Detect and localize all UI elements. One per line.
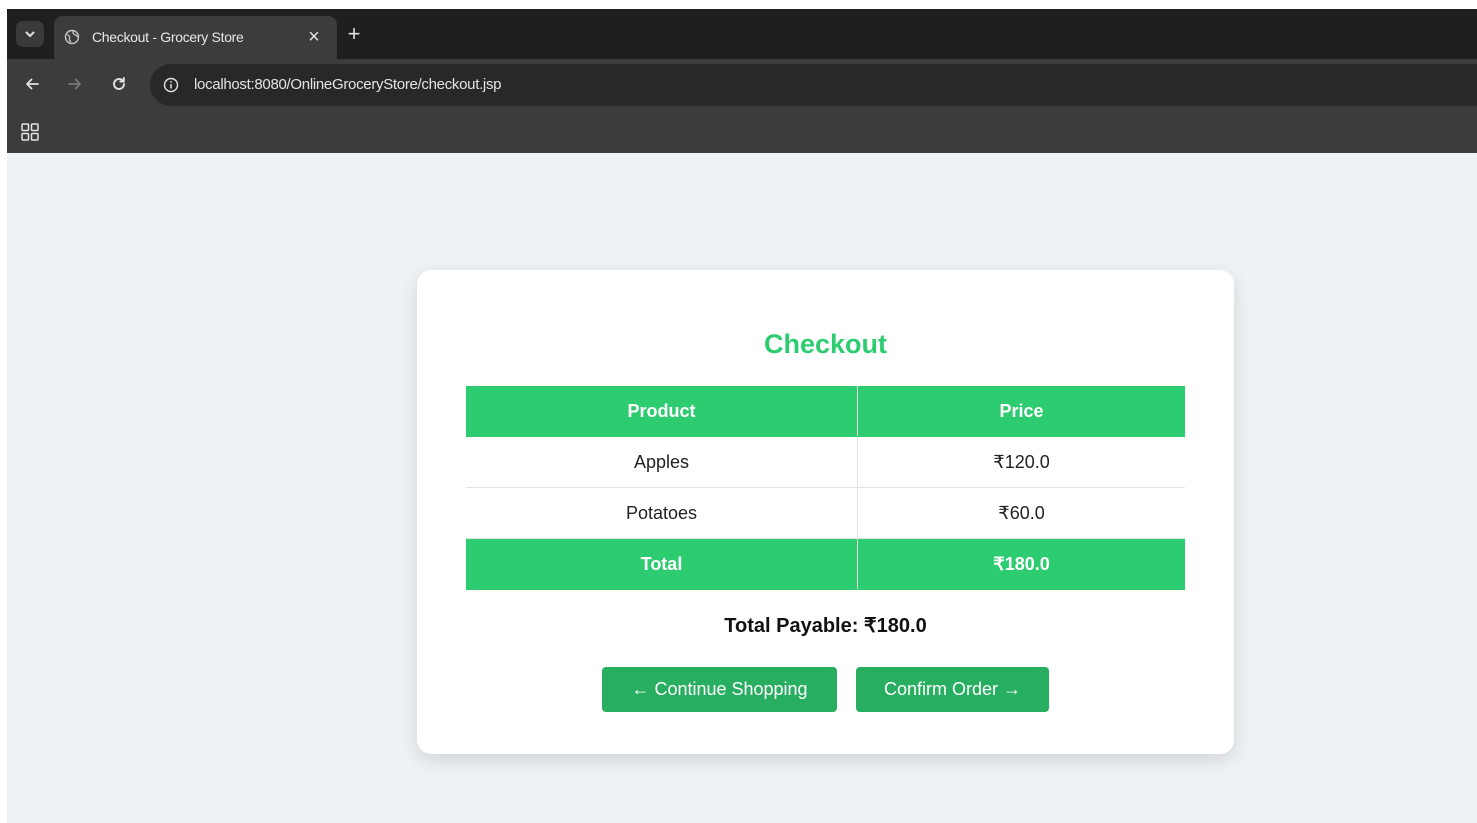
tab-close-button[interactable]: × <box>302 25 326 49</box>
address-bar-url: localhost:8080/OnlineGroceryStore/checko… <box>194 76 502 93</box>
reload-button[interactable] <box>106 71 132 97</box>
globe-icon <box>64 29 80 45</box>
confirm-order-button[interactable]: Confirm Order → <box>856 667 1049 712</box>
product-cell: Potatoes <box>466 487 858 539</box>
table-total-row: Total ₹180.0 <box>466 538 1185 590</box>
checkout-card: Checkout Product Price Apples ₹120.0 Pot… <box>417 270 1234 754</box>
page-title: Checkout <box>763 329 888 359</box>
chevron-down-icon <box>25 31 35 37</box>
arrow-left-icon <box>26 78 39 90</box>
price-cell: ₹120.0 <box>857 436 1185 488</box>
forward-button[interactable] <box>62 71 88 97</box>
column-header-product: Product <box>466 386 858 437</box>
table-row: Potatoes ₹60.0 <box>466 487 1185 539</box>
table-header-row: Product Price <box>466 386 1185 437</box>
tab-checkout[interactable]: Checkout - Grocery Store × <box>54 16 337 59</box>
tab-search-button[interactable] <box>16 21 44 47</box>
browser-window: Checkout - Grocery Store × + localhost:8… <box>7 9 1477 823</box>
total-payable: Total Payable: ₹180.0 <box>724 615 927 637</box>
browser-toolbar: localhost:8080/OnlineGroceryStore/checko… <box>7 59 1477 112</box>
reload-icon <box>113 77 125 90</box>
address-bar[interactable]: localhost:8080/OnlineGroceryStore/checko… <box>150 64 1477 106</box>
continue-shopping-button[interactable]: ← Continue Shopping <box>602 667 837 712</box>
back-button[interactable] <box>19 71 45 97</box>
new-tab-button[interactable]: + <box>342 22 366 46</box>
bookmarks-bar <box>7 112 1477 153</box>
arrow-right-icon <box>68 78 81 90</box>
apps-grid-icon[interactable] <box>20 122 40 142</box>
column-header-price: Price <box>857 386 1185 437</box>
product-cell: Apples <box>466 436 858 488</box>
table-row: Apples ₹120.0 <box>466 436 1185 488</box>
total-label: Total <box>466 538 858 590</box>
site-info-button[interactable] <box>160 74 182 96</box>
total-value: ₹180.0 <box>857 538 1185 590</box>
plus-icon: + <box>347 21 361 46</box>
price-cell: ₹60.0 <box>857 487 1185 539</box>
checkout-table: Product Price Apples ₹120.0 Potatoes ₹60… <box>466 386 1185 590</box>
tab-title: Checkout - Grocery Store <box>92 29 244 45</box>
info-icon <box>163 77 179 93</box>
close-icon: × <box>308 26 320 48</box>
page-content: Checkout Product Price Apples ₹120.0 Pot… <box>7 153 1477 823</box>
tab-strip: Checkout - Grocery Store × + <box>7 9 1477 59</box>
